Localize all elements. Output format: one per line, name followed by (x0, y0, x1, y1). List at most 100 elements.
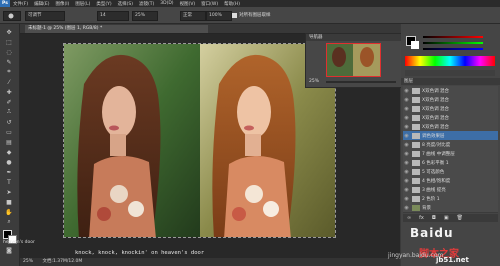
eye-icon[interactable]: ◉ (403, 187, 410, 193)
eye-icon[interactable]: ◉ (403, 196, 410, 202)
baidu-watermark: Baidu (410, 226, 454, 240)
pen-tool-icon[interactable]: ✒ (3, 168, 15, 176)
sample-all-label: 对所有图层取样 (239, 13, 271, 18)
layer-thumbnail (412, 105, 420, 112)
layer-thumbnail (412, 132, 420, 139)
eye-icon[interactable]: ◉ (403, 88, 410, 94)
eye-icon[interactable]: ◉ (403, 124, 410, 130)
eye-icon[interactable]: ◉ (403, 106, 410, 112)
layers-footer: ∞ fx ◘ ▣ 🗑 (403, 214, 498, 222)
menu-filter[interactable]: 滤镜(T) (136, 1, 157, 7)
menu-file[interactable]: 文件(F) (10, 1, 31, 7)
menu-help[interactable]: 帮助(H) (221, 1, 243, 7)
layer-thumbnail (412, 168, 420, 175)
layer-thumbnail (412, 195, 420, 202)
layer-thumbnail (412, 123, 420, 130)
menu-view[interactable]: 视图(V) (177, 1, 199, 7)
menu-image[interactable]: 图像(I) (52, 1, 72, 7)
sample-all-checkbox[interactable] (232, 13, 237, 18)
marquee-tool-icon[interactable]: ⬚ (3, 38, 15, 46)
navigator-zoom[interactable]: 25% (309, 79, 319, 84)
layer-thumbnail (412, 204, 420, 211)
opacity-field[interactable]: 25% (132, 11, 158, 21)
tool-preset-picker[interactable] (3, 11, 21, 21)
gradient-tool-icon[interactable]: ▤ (3, 138, 15, 146)
menu-edit[interactable]: 编辑(E) (31, 1, 52, 7)
brush-icon (8, 13, 14, 19)
document-tab[interactable]: 未标题-1 @ 25% (图层 1, RGB/8) * (25, 25, 208, 33)
brush-tool-icon[interactable]: ✐ (3, 98, 15, 106)
status-zoom[interactable]: 25% (23, 259, 33, 264)
quick-mask-icon[interactable]: ◙ (3, 246, 15, 254)
mask-icon[interactable]: ◘ (432, 215, 436, 221)
eyedropper-tool-icon[interactable]: ⁄ (3, 78, 15, 86)
layer-name: X双色调 混合 (422, 106, 450, 112)
navigator-panel: 导航器 25% (305, 33, 404, 88)
eye-icon[interactable]: ◉ (403, 178, 410, 184)
layer-name: 8 亮度/对比度 (422, 142, 451, 148)
move-tool-icon[interactable]: ✥ (3, 28, 15, 36)
menu-3d[interactable]: 3D(D) (157, 1, 176, 6)
layer-thumbnail (412, 186, 420, 193)
flow-field[interactable]: 100% (206, 11, 232, 21)
eye-icon[interactable]: ◉ (403, 133, 410, 139)
menu-type[interactable]: 类型(Y) (93, 1, 114, 7)
lasso-tool-icon[interactable]: ◌ (3, 48, 15, 56)
menu-layer[interactable]: 图层(L) (72, 1, 93, 7)
app-logo: Ps (0, 0, 10, 7)
side-lyric: heaven's door (3, 240, 35, 245)
history-brush-tool-icon[interactable]: ↺ (3, 118, 15, 126)
zoom-tool-icon[interactable]: ⌕ (3, 218, 15, 226)
type-tool-icon[interactable]: T (3, 178, 15, 186)
eraser-tool-icon[interactable]: ▭ (3, 128, 15, 136)
hand-tool-icon[interactable]: ✋ (3, 208, 15, 216)
fx-icon[interactable]: fx (419, 215, 424, 221)
path-select-tool-icon[interactable]: ➤ (3, 188, 15, 196)
eye-icon[interactable]: ◉ (403, 160, 410, 166)
quick-select-tool-icon[interactable]: ✎ (3, 58, 15, 66)
layer-name: 6 色彩平衡 1 (422, 160, 449, 166)
layer-thumbnail (412, 177, 420, 184)
healing-brush-tool-icon[interactable]: ✚ (3, 88, 15, 96)
layer-name: 背景 (422, 205, 431, 211)
layer-thumbnail (412, 141, 420, 148)
document-canvas-image[interactable] (63, 43, 336, 238)
new-layer-icon[interactable]: ▣ (444, 215, 449, 221)
layer-name: 2 色阶 1 (422, 196, 440, 202)
dodge-tool-icon[interactable]: ● (3, 158, 15, 166)
eye-icon[interactable]: ◉ (403, 151, 410, 157)
eye-icon[interactable]: ◉ (403, 169, 410, 175)
menu-bar: Ps 文件(F) 编辑(E) 图像(I) 图层(L) 类型(Y) 选择(S) 滤… (0, 0, 500, 7)
layer-thumbnail (412, 87, 420, 94)
blue-slider[interactable] (423, 48, 483, 50)
layer-thumbnail (412, 150, 420, 157)
clone-stamp-tool-icon[interactable]: ⎍ (3, 108, 15, 116)
size-field[interactable]: 14 (97, 11, 129, 21)
eye-icon[interactable]: ◉ (403, 205, 410, 211)
menu-window[interactable]: 窗口(W) (198, 1, 221, 7)
crop-tool-icon[interactable]: ⌗ (3, 68, 15, 76)
green-slider[interactable] (423, 42, 483, 44)
eye-icon[interactable]: ◉ (403, 97, 410, 103)
navigator-thumbnail[interactable] (326, 43, 381, 77)
link-layers-icon[interactable]: ∞ (407, 215, 411, 221)
blend-mode-select[interactable]: 正常 (180, 11, 206, 21)
navigator-zoom-slider[interactable] (326, 81, 396, 83)
layer-thumbnail (412, 114, 420, 121)
mode-select[interactable]: 可调节 (25, 11, 65, 21)
menu-select[interactable]: 选择(S) (115, 1, 136, 7)
eye-icon[interactable]: ◉ (403, 115, 410, 121)
adjustments-strip (405, 70, 495, 76)
trash-icon[interactable]: 🗑 (457, 215, 463, 221)
eye-icon[interactable]: ◉ (403, 142, 410, 148)
shape-tool-icon[interactable]: ■ (3, 198, 15, 206)
blur-tool-icon[interactable]: ◆ (3, 148, 15, 156)
layer-name: X双色调 混合 (422, 124, 450, 130)
red-slider[interactable] (423, 36, 483, 38)
status-bar: 25% 文档:1.37M/12.0M (20, 258, 400, 266)
layer-row-background[interactable]: ◉ 背景 (403, 203, 498, 213)
layer-name: 3 曲线 提亮 (422, 187, 446, 193)
layer-name: 4 色相/饱和度 (422, 178, 451, 184)
color-spectrum-bar[interactable] (405, 56, 495, 66)
color-panel-background[interactable] (411, 41, 419, 49)
